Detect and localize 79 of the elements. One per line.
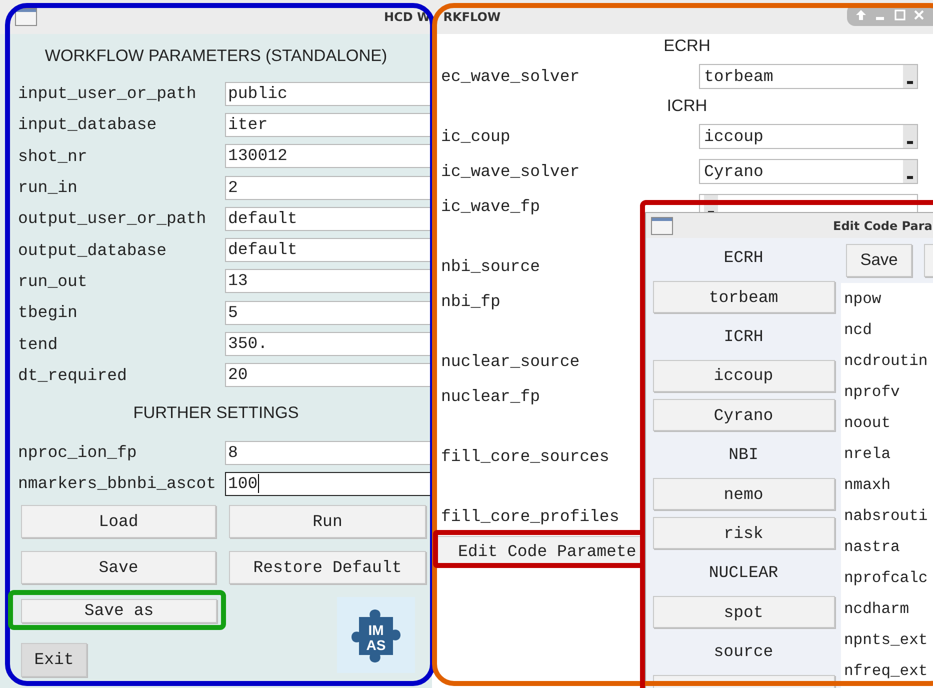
field-label: input_user_or_path [18,84,198,104]
parameter-label: ncdharm [843,598,910,620]
field-label: fill_core_profiles [441,507,620,526]
field-label: input_database [18,115,158,134]
parameter-label: ncdroutin [843,350,929,372]
input-field[interactable]: 130012 [225,144,432,168]
field-label: run_in [18,178,78,198]
code-button[interactable]: Cyrano [652,399,834,432]
field-label: nuclear_fp [441,387,542,406]
parameter-label: nmaxh [843,474,892,496]
parameter-label: nfreq_ext [843,660,929,682]
action-button[interactable]: Load [21,504,216,538]
input-field[interactable]: 13 [225,269,432,294]
action-button[interactable]: Save [21,550,216,584]
save-as-button[interactable]: Save as [21,598,217,623]
field-label: nuclear_source [441,352,581,371]
field-label: tend [18,334,59,354]
field-label: output_database [18,240,168,260]
parameter-label: nastra [843,536,901,558]
group-heading: ECRH [724,248,764,268]
group-heading: NBI [728,445,758,464]
section-heading: FURTHER SETTINGS [132,403,300,424]
input-field[interactable]: 100 [225,472,432,496]
puzzle-logo: IM AS [337,596,415,673]
input-field[interactable]: default [225,238,432,262]
code-button[interactable]: spot [652,596,834,628]
code-button[interactable]: torbeam [652,281,834,314]
input-field[interactable]: public [225,82,432,106]
input-field[interactable]: 8 [225,440,432,465]
field-label: ic_coup [441,127,512,146]
action-button[interactable]: Run [229,504,426,538]
parameter-label: nprofv [843,382,901,402]
parameter-label: ncd [843,320,873,340]
field-label: nbi_fp [441,292,502,311]
group-heading: ICRH [724,326,764,346]
up-arrow-icon[interactable] [854,9,867,21]
code-button[interactable]: iccoup [652,360,834,392]
section-heading: ECRH [664,37,710,56]
parameter-label: nrela [843,444,892,464]
input-field[interactable]: 20 [225,363,432,388]
field-label: dt_required [18,366,128,385]
field-label: ec_wave_solver [441,67,581,86]
dropdown[interactable]: torbeam [699,64,918,89]
window-title: RKFLOW [443,10,501,24]
field-label: ic_wave_solver [441,162,581,181]
field-label: ic_wave_fp [441,197,542,216]
exit-button[interactable]: Exit [21,642,87,677]
parameter-label: nabsrouti [843,506,929,526]
parameter-label: noout [843,412,892,434]
input-field[interactable]: default [225,206,432,231]
close-icon[interactable] [913,9,926,21]
section-heading: ICRH [666,97,708,116]
field-label: nbi_source [441,257,542,276]
code-button[interactable]: risk [652,517,834,550]
dropdown[interactable]: iccoup [699,124,918,149]
field-label: fill_core_sources [441,447,610,466]
parameter-label: npnts_ext [843,630,929,650]
field-label: nproc_ion_fp [18,443,138,462]
action-button[interactable]: Restore Default [229,550,426,584]
window-menu-icon[interactable] [15,8,37,26]
parameter-label: npow [843,288,882,310]
toolbar-button[interactable]: Save [846,244,912,277]
section-heading: WORKFLOW PARAMETERS (STANDALONE) [44,46,388,66]
group-heading: source [714,642,774,662]
group-heading: NUCLEAR [708,563,778,582]
field-label: tbegin [18,303,78,322]
maximize-icon[interactable] [894,9,906,21]
input-field[interactable]: iter [225,112,432,137]
field-label: run_out [18,272,88,291]
input-field[interactable]: 350. [225,332,432,356]
code-button[interactable]: nemo [652,478,834,510]
input-field[interactable]: 5 [225,300,432,325]
field-label: nmarkers_bbnbi_ascot [18,474,218,494]
input-field[interactable]: 2 [225,176,432,200]
field-label: output_user_or_path [18,209,208,228]
window-title: Edit Code Para [833,218,932,232]
parameter-label: nprofcalc [843,568,929,588]
field-label: shot_nr [18,146,88,166]
dropdown[interactable]: Cyrano [699,159,918,184]
